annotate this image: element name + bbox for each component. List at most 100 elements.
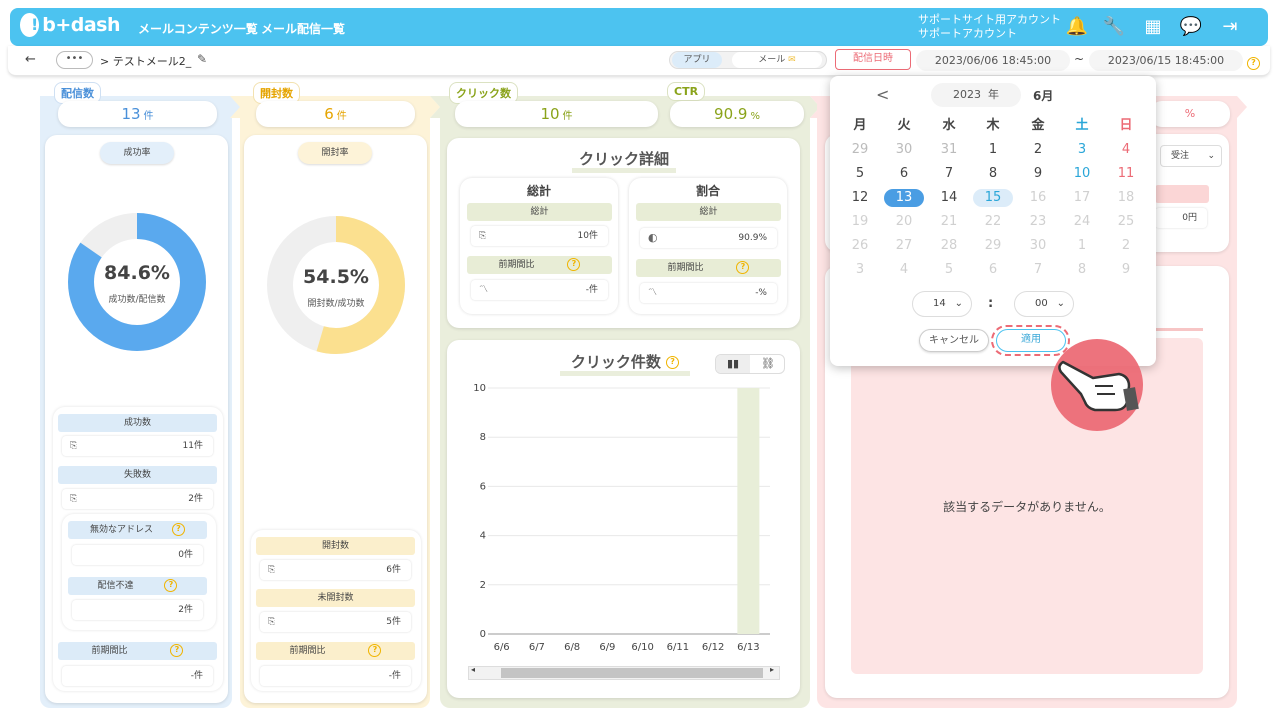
help-icon[interactable]: ? [164, 579, 178, 592]
calendar-day[interactable]: 9 [1108, 261, 1144, 279]
total-text: 10件 [577, 231, 598, 241]
nav-mail-delivery[interactable]: メール配信一覧 [261, 20, 345, 37]
edit-pencil-icon[interactable]: ✎ [197, 52, 207, 66]
ratio-prev-label-text: 前期間比 [667, 263, 704, 273]
order-select-value: 受注 [1171, 151, 1190, 161]
calendar-day[interactable]: 21 [931, 213, 967, 231]
delivery-count: 13 件 [58, 101, 217, 127]
calendar-day[interactable]: 29 [842, 141, 878, 159]
hour-select[interactable]: 14 ⌄ [912, 291, 972, 317]
year-value: 2023 [953, 88, 981, 101]
calendar-day[interactable]: 5 [842, 165, 878, 183]
calendar-day[interactable]: 3 [1064, 141, 1100, 159]
calendar-day[interactable]: 12 [842, 189, 878, 207]
calendar-day[interactable]: 7 [1020, 261, 1056, 279]
calendar-day[interactable]: 4 [886, 261, 922, 279]
calendar-day[interactable]: 14 [931, 189, 967, 207]
more-button[interactable]: ••• [56, 51, 93, 69]
scroll-left-icon[interactable]: ◂ [471, 665, 475, 674]
help-icon[interactable]: ? [171, 523, 185, 536]
calendar-day[interactable]: 24 [1064, 213, 1100, 231]
year-select[interactable]: 2023 年 [931, 83, 1021, 107]
chevron-down-icon: ⌄ [1056, 298, 1065, 309]
date-from-field[interactable]: 2023/06/06 18:45:00 [916, 50, 1070, 71]
calendar-day[interactable]: 10 [1064, 165, 1100, 183]
bell-icon[interactable]: 🔔 [1065, 15, 1089, 39]
calendar-day[interactable]: 13 [884, 189, 924, 207]
unopened-label: 未開封数 [256, 589, 415, 607]
segment-app[interactable]: アプリ [672, 52, 722, 68]
minute-value: 00 [1035, 298, 1048, 309]
help-icon[interactable]: ? [170, 644, 184, 657]
help-icon[interactable]: ? [567, 258, 581, 271]
right-percent: % [1150, 101, 1230, 127]
minute-select[interactable]: 00 ⌄ [1014, 291, 1074, 317]
prev-month-button[interactable]: < [876, 85, 889, 104]
calendar-day[interactable]: 6 [886, 165, 922, 183]
account-info[interactable]: サポートサイト用アカウント サポートアカウント [918, 13, 1061, 41]
date-mode-button[interactable]: 配信日時 [835, 49, 911, 70]
help-icon[interactable]: ? [736, 261, 750, 274]
cancel-button[interactable]: キャンセル [919, 329, 989, 352]
calendar-day[interactable]: 26 [842, 237, 878, 255]
wrench-icon[interactable]: 🔧 [1102, 15, 1126, 39]
help-icon[interactable]: ? [666, 356, 680, 369]
help-icon[interactable]: ? [1247, 53, 1260, 72]
order-select[interactable]: 受注 ⌄ [1160, 145, 1222, 167]
ratio-head: 割合 [695, 184, 720, 198]
calendar-day[interactable]: 31 [931, 141, 967, 159]
weekday-header: 木 [986, 118, 1000, 133]
calendar-day[interactable]: 8 [1064, 261, 1100, 279]
back-arrow-icon[interactable]: ← [25, 52, 36, 67]
calendar-day[interactable]: 25 [1108, 213, 1144, 231]
calendar-day[interactable]: 30 [886, 141, 922, 159]
calendar-day[interactable]: 28 [931, 237, 967, 255]
nav-mail-contents[interactable]: メールコンテンツ一覧 [138, 20, 258, 37]
calendar-day[interactable]: 1 [1064, 237, 1100, 255]
calendar-day[interactable]: 5 [931, 261, 967, 279]
help-icon[interactable]: ? [368, 644, 382, 657]
logo[interactable]: b+dash [20, 11, 120, 39]
calendar-day[interactable]: 8 [975, 165, 1011, 183]
open-count-value: 6 [324, 105, 334, 123]
calendar-day[interactable]: 27 [886, 237, 922, 255]
x-tick-label: 6/8 [564, 642, 580, 653]
grid-icon[interactable]: ▦ [1141, 15, 1165, 39]
apply-button[interactable]: 適用 [996, 329, 1066, 352]
calendar-day[interactable]: 20 [886, 213, 922, 231]
segment-mail[interactable]: メール ✉ [732, 52, 822, 68]
calendar-day[interactable]: 15 [973, 189, 1013, 207]
total-prev-label: 前期間比 ? [467, 256, 612, 274]
calendar-day[interactable]: 2 [1020, 141, 1056, 159]
calendar-day[interactable]: 7 [931, 165, 967, 183]
empty-message: 該当するデータがありません。 [943, 500, 1111, 514]
calendar-day[interactable]: 18 [1108, 189, 1144, 207]
calendar-day[interactable]: 4 [1108, 141, 1144, 159]
logout-icon[interactable]: ⇥ [1218, 15, 1242, 39]
link-icon[interactable]: ⛓ [752, 355, 784, 373]
calendar-day[interactable]: 6 [975, 261, 1011, 279]
scroll-right-icon[interactable]: ▸ [770, 665, 774, 674]
ctr-tab: CTR [667, 82, 706, 101]
calendar-day[interactable]: 30 [1020, 237, 1056, 255]
chart-scrollbar-thumb[interactable] [501, 668, 763, 678]
calendar-day[interactable]: 11 [1108, 165, 1144, 183]
calendar-day[interactable]: 22 [975, 213, 1011, 231]
calendar-day[interactable]: 19 [842, 213, 878, 231]
undelivered-value: 2件 [72, 600, 203, 620]
pointing-hand-icon [1058, 360, 1139, 412]
bar-chart-icon[interactable]: ▮▮ [716, 355, 750, 373]
calendar-day[interactable]: 1 [975, 141, 1011, 159]
date-to-field[interactable]: 2023/06/15 18:45:00 [1089, 50, 1243, 71]
calendar-day[interactable]: 29 [975, 237, 1011, 255]
weekday-header: 金 [1031, 118, 1045, 133]
calendar-day[interactable]: 16 [1020, 189, 1056, 207]
calendar-day[interactable]: 9 [1020, 165, 1056, 183]
delivery-prev-label: 前期間比 ? [58, 642, 217, 660]
pie-icon: ◐ [648, 231, 658, 244]
calendar-day[interactable]: 17 [1064, 189, 1100, 207]
chat-icon[interactable]: 💬 [1179, 15, 1203, 39]
calendar-day[interactable]: 3 [842, 261, 878, 279]
calendar-day[interactable]: 23 [1020, 213, 1056, 231]
calendar-day[interactable]: 2 [1108, 237, 1144, 255]
